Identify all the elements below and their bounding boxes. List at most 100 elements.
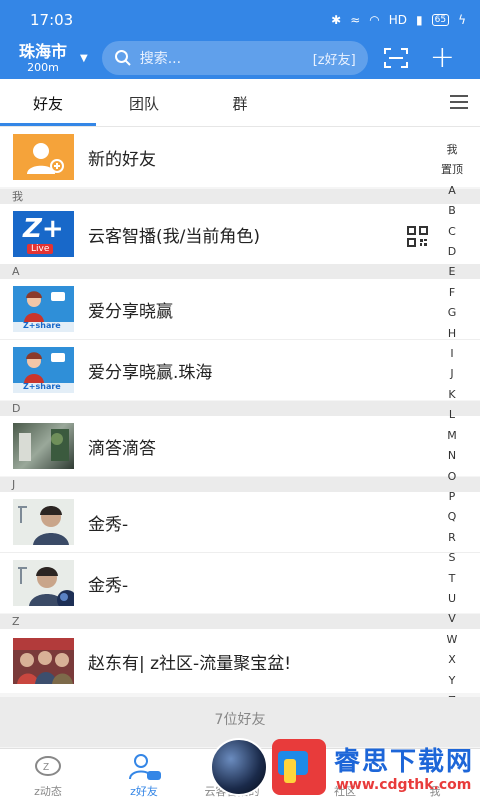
contact-name: 金秀- [88,575,129,596]
index-letter[interactable]: W [447,630,458,650]
watermark-url: www.cdgthk.com [336,777,472,793]
header: 17:03 ✱ ≈ ◠ HD ▮ 65 ϟ 珠海市 200m ▼ 搜索... [… [0,0,480,79]
list-item[interactable]: 赵东有| z社区-流量聚宝盆! [0,629,480,693]
wifi-icon: ◠ [369,13,380,27]
search-scope[interactable]: [z好友] [313,49,356,68]
scan-icon[interactable] [383,48,408,68]
index-letter[interactable]: C [448,222,456,242]
battery-icon: 65 [431,14,450,26]
index-letter[interactable]: P [449,487,456,507]
index-letter[interactable]: D [448,242,456,262]
index-letter[interactable]: U [448,589,456,609]
watermark-logo-icon [272,739,326,795]
index-letter[interactable]: G [448,303,457,323]
active-tab-indicator [0,123,96,126]
index-letter[interactable]: E [449,262,456,282]
z-bubble-icon: Z [35,756,61,776]
index-letter[interactable]: A [448,181,456,201]
index-letter[interactable]: M [447,426,457,446]
avatar: Z+share [13,347,74,393]
index-letter[interactable]: Y [449,671,456,691]
section-header: D [0,401,480,416]
photo-avatar-icon [18,506,69,545]
tab-groups[interactable]: 群 [192,79,288,127]
contact-name: 新的好友 [88,149,156,170]
watermark-title: 睿思下载网 [334,747,475,777]
search-icon [114,50,131,66]
live-badge: Live [27,244,54,254]
charging-icon: ϟ [458,13,466,27]
section-header: A [0,264,480,279]
city-name: 珠海市 [18,41,67,61]
section-header: Z [0,614,480,629]
index-letter[interactable]: K [448,385,455,405]
contact-name: 赵东有| z社区-流量聚宝盆! [88,653,292,674]
caret-down-icon[interactable]: ▼ [80,53,88,64]
contact-name: 滴答滴答 [88,438,156,459]
index-letter[interactable]: Q [448,507,457,527]
index-letter[interactable]: O [448,467,457,487]
index-letter[interactable]: 我 [447,140,458,160]
tab-friends[interactable]: 好友 [0,79,96,127]
qr-code-icon[interactable] [407,226,428,247]
nav-dynamics[interactable]: Z z动态 [20,749,76,800]
city-selector[interactable]: 珠海市 200m [14,41,72,74]
contact-name: 云客智播(我/当前角色) [88,226,260,247]
photo-avatar-icon [13,638,74,684]
list-item[interactable]: Z+share 爱分享晓赢.珠海 [0,340,480,400]
index-letter[interactable]: L [449,405,455,425]
status-bar: 17:03 ✱ ≈ ◠ HD ▮ 65 ϟ [0,0,480,40]
tab-teams[interactable]: 团队 [96,79,192,127]
add-friend-icon [13,134,74,180]
tab-bar: 好友 团队 群 [0,79,480,127]
contact-name: 金秀- [88,514,129,535]
index-letter[interactable]: V [448,609,456,629]
avatar [13,560,74,606]
section-header: 我 [0,189,480,204]
avatar [13,499,74,545]
list-item-new-friend[interactable]: 新的好友 [0,127,480,187]
photo-avatar-icon [19,429,69,461]
index-letter[interactable]: 置顶 [441,160,463,180]
index-letter[interactable]: F [449,283,455,303]
index-letter[interactable]: B [448,201,456,221]
list-item[interactable]: Z+ Live 云客智播(我/当前角色) [0,204,480,264]
status-time: 17:03 [30,11,74,29]
avatar [13,638,74,684]
status-icons: ✱ ≈ ◠ HD ▮ 65 ϟ [331,13,466,27]
search-bar[interactable]: 搜索... [z好友] [101,41,368,75]
list-item[interactable]: 滴答滴答 [0,416,480,476]
app-bar: 珠海市 200m ▼ 搜索... [z好友] + [0,38,480,78]
index-letter[interactable]: R [448,528,456,548]
nav-friends[interactable]: z好友 [116,749,172,800]
watermark: 睿思下载网 www.cdgthk.com [268,737,480,800]
contact-name: 爱分享晓赢 [88,301,173,322]
add-icon[interactable]: + [430,43,455,73]
section-header: J [0,477,480,492]
avatar-logo: Z+share [23,321,61,330]
index-letter[interactable]: J [450,364,453,384]
list-item[interactable]: Z+share 爱分享晓赢 [0,279,480,339]
avatar: Z+ Live [13,211,74,257]
list-item[interactable]: 金秀- [0,492,480,552]
index-letter[interactable]: N [448,446,456,466]
list-item[interactable]: 金秀- [0,553,480,613]
index-letter[interactable]: H [448,324,456,344]
bluetooth-icon: ✱ [331,13,342,27]
earth-center-button[interactable] [210,738,268,796]
index-letter[interactable]: X [448,650,456,670]
index-letter[interactable]: I [450,344,453,364]
search-placeholder: 搜索... [139,51,182,67]
avatar [13,423,74,469]
nav-label: z好友 [130,785,158,798]
avatar-logo: Z+ [23,214,64,244]
avatar-logo: Z+share [23,382,61,391]
alphabet-index[interactable]: 我置顶ABCDEFGHIJKLMNOPQRSTUVWXYZ# [432,140,472,732]
network-label: HD [388,13,408,27]
svg-text:Z: Z [43,762,49,773]
index-letter[interactable]: S [449,548,456,568]
friends-icon [129,754,161,780]
menu-icon[interactable] [450,95,468,109]
signal-icon: ▮ [416,13,423,27]
index-letter[interactable]: T [449,569,456,589]
